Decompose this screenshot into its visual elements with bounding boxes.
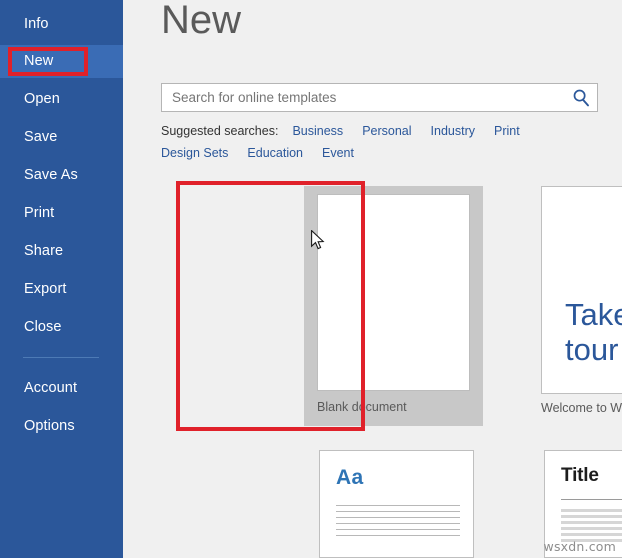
backstage-sidebar: Info New Open Save Save As Print Share E… xyxy=(0,0,123,558)
sidebar-item-label: Print xyxy=(24,205,55,221)
sidebar-item-share[interactable]: Share xyxy=(0,235,123,268)
aa-thumbnail-text: Aa xyxy=(336,466,364,489)
sidebar-item-label: Save As xyxy=(24,167,78,183)
tour-text-line-1: Take a xyxy=(565,297,622,332)
sidebar-item-label: Account xyxy=(24,380,78,396)
page-title: New xyxy=(161,0,242,42)
template-thumbnail: Aa xyxy=(319,450,474,558)
sidebar-item-open[interactable]: Open xyxy=(0,83,123,116)
sidebar-item-export[interactable]: Export xyxy=(0,273,123,306)
sidebar-item-label: New xyxy=(24,53,54,69)
sidebar-item-print[interactable]: Print xyxy=(0,197,123,230)
thumbnail-rules xyxy=(561,509,622,542)
sidebar-item-label: Export xyxy=(24,281,67,297)
search-box[interactable] xyxy=(161,83,598,112)
sidebar-item-account[interactable]: Account xyxy=(0,372,123,405)
search-input[interactable] xyxy=(162,84,562,111)
sidebar-item-label: Options xyxy=(24,418,75,434)
template-card-blank-document[interactable]: Blank document xyxy=(304,186,483,426)
sidebar-item-label: Close xyxy=(24,319,62,335)
sidebar-item-save[interactable]: Save xyxy=(0,121,123,154)
suggested-link-design-sets[interactable]: Design Sets xyxy=(161,146,228,160)
suggested-link-education[interactable]: Education xyxy=(247,146,303,160)
suggested-link-industry[interactable]: Industry xyxy=(431,124,475,138)
search-icon[interactable] xyxy=(571,88,591,108)
template-thumbnail: Take a tour xyxy=(541,186,622,394)
title-thumbnail-text: Title xyxy=(561,465,599,486)
template-card-welcome-to-word[interactable]: Take a tour Welcome to Word xyxy=(541,186,622,426)
suggested-link-print[interactable]: Print xyxy=(494,124,520,138)
template-caption: Blank document xyxy=(317,400,407,414)
sidebar-item-label: Save xyxy=(24,129,58,145)
sidebar-item-label: Info xyxy=(24,16,49,32)
thumbnail-rules xyxy=(336,505,460,536)
sidebar-divider xyxy=(23,357,99,358)
sidebar-item-options[interactable]: Options xyxy=(0,410,123,443)
tour-text-line-2: tour xyxy=(565,332,619,367)
sidebar-item-label: Open xyxy=(24,91,60,107)
suggested-searches-row-2: Design Sets Education Event xyxy=(161,146,373,160)
suggested-searches-label: Suggested searches: xyxy=(161,124,279,138)
suggested-link-event[interactable]: Event xyxy=(322,146,354,160)
template-card-aa[interactable]: Aa xyxy=(319,450,474,558)
backstage-content: New Suggested searches: Business Personal I… xyxy=(123,0,622,558)
tour-thumbnail-text: Take a tour xyxy=(565,297,622,367)
sidebar-item-save-as[interactable]: Save As xyxy=(0,159,123,192)
backstage-new-screen: Info New Open Save Save As Print Share E… xyxy=(0,0,622,558)
title-divider xyxy=(561,499,622,500)
sidebar-item-info[interactable]: Info xyxy=(0,8,123,41)
sidebar-item-label: Share xyxy=(24,243,64,259)
suggested-searches-row-1: Suggested searches: Business Personal Indus… xyxy=(161,124,539,138)
watermark: wsxdn.com xyxy=(543,539,616,554)
sidebar-item-new[interactable]: New xyxy=(0,45,123,78)
suggested-link-business[interactable]: Business xyxy=(292,124,343,138)
template-caption: Welcome to Word xyxy=(541,401,622,415)
template-thumbnail xyxy=(317,194,470,391)
sidebar-item-close[interactable]: Close xyxy=(0,311,123,344)
suggested-link-personal[interactable]: Personal xyxy=(362,124,411,138)
